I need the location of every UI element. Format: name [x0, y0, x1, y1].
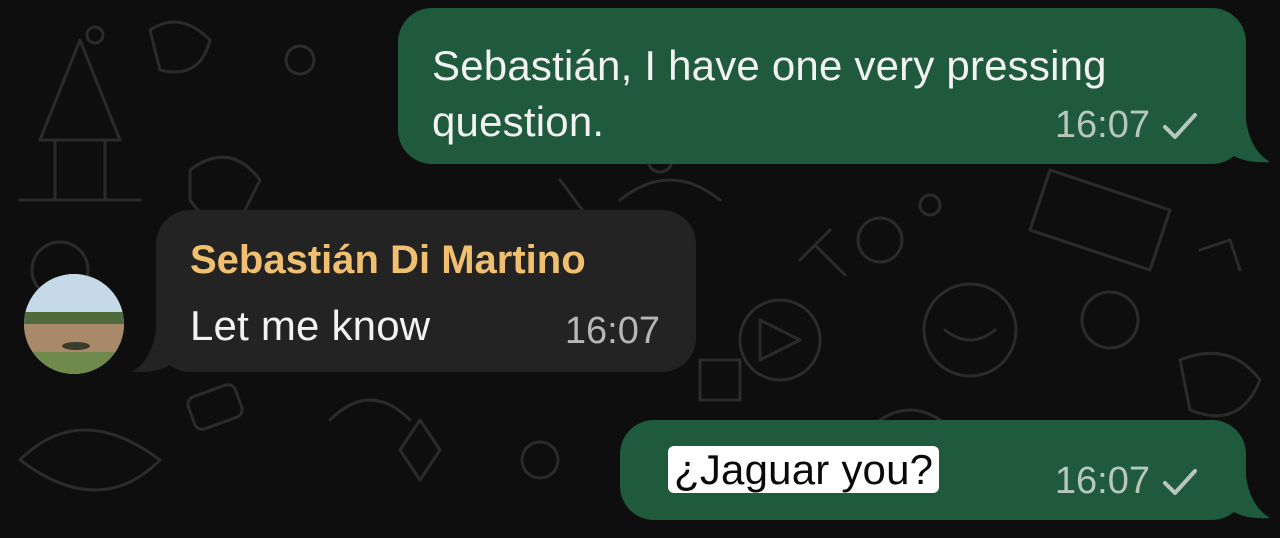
bubble-tail — [1226, 120, 1270, 163]
message-time: 16:07 — [564, 310, 660, 352]
message-meta: 16:07 — [1055, 460, 1198, 503]
sender-name[interactable]: Sebastián Di Martino — [190, 234, 586, 286]
outgoing-message-bubble[interactable]: ¿Jaguar you? 16:07 — [620, 420, 1246, 520]
incoming-message-bubble[interactable]: Sebastián Di Martino Let me know 16:07 — [156, 210, 696, 372]
message-text-line: Sebastián, I have one very pressing — [432, 42, 1107, 89]
message-text: Let me know — [190, 302, 431, 349]
highlighted-text: ¿Jaguar you? — [668, 446, 940, 493]
avatar-photo — [24, 274, 124, 374]
message-text: Sebastián, I have one very pressing ques… — [432, 38, 1107, 150]
message-text-line: question. — [432, 98, 605, 145]
avatar[interactable] — [24, 274, 124, 374]
message-text: ¿Jaguar you? — [668, 442, 940, 498]
check-icon — [1163, 468, 1197, 495]
message-meta: 16:07 — [565, 310, 660, 353]
message-meta: 16:07 — [1055, 104, 1198, 147]
message-time: 16:07 — [1054, 104, 1150, 146]
message-time: 16:07 — [1054, 460, 1150, 502]
check-icon — [1163, 112, 1197, 139]
outgoing-message-bubble[interactable]: Sebastián, I have one very pressing ques… — [398, 8, 1246, 164]
bubble-tail — [1226, 476, 1270, 519]
